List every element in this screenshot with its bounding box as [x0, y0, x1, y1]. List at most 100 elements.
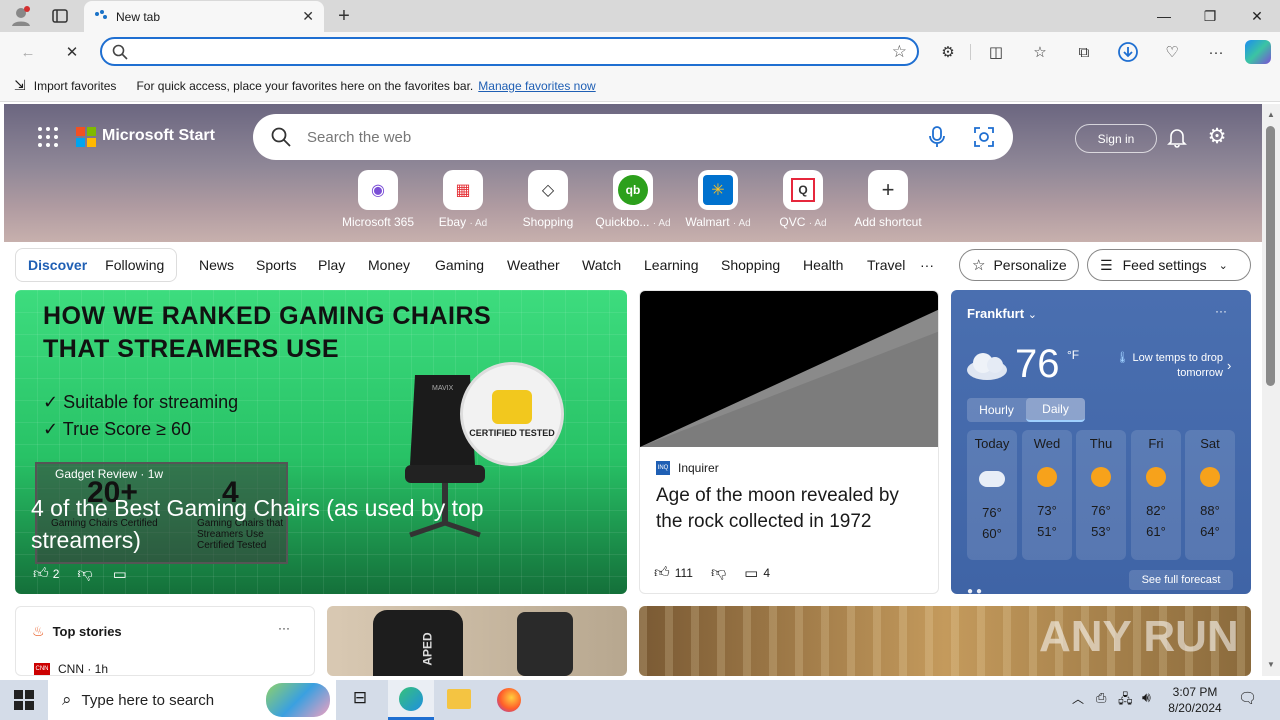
thumbs-down-icon[interactable]: 👎︎ [711, 564, 726, 582]
nav-shopping[interactable]: Shopping [721, 257, 780, 273]
forecast-day-thu[interactable]: Thu 76° 53° [1076, 430, 1126, 560]
top-stories-card[interactable]: ♨ Top stories ··· CNN CNN · 1h [15, 606, 315, 676]
moon-article-card[interactable]: INQ Inquirer Age of the moon revealed by… [639, 290, 939, 594]
nav-play[interactable]: Play [318, 257, 345, 273]
nav-health[interactable]: Health [803, 257, 843, 273]
weather-alert[interactable]: 🌡︎ Low temps to drop tomorrow [1099, 351, 1223, 381]
comment-icon[interactable]: ▭ [113, 565, 127, 583]
shortcut-ebay[interactable]: ▦ Ebay · Ad [418, 170, 508, 229]
shortcut-microsoft-365[interactable]: ◉ Microsoft 365 [333, 170, 423, 229]
copilot-icon[interactable] [1245, 40, 1271, 64]
address-bar[interactable]: ☆ [100, 37, 919, 66]
stop-loading-icon[interactable]: ✕ [60, 41, 84, 63]
add-shortcut-button[interactable]: + Add shortcut [843, 170, 933, 229]
thumbs-up-icon[interactable]: 👍︎ [654, 564, 670, 582]
tab-daily[interactable]: Daily [1026, 398, 1085, 422]
nav-watch[interactable]: Watch [582, 257, 621, 273]
scooter-article-card[interactable]: APED [327, 606, 627, 676]
taskbar-edge-icon[interactable] [388, 680, 434, 720]
performance-icon[interactable]: ♡ [1160, 41, 1184, 63]
top-stories-more-icon[interactable]: ··· [278, 621, 290, 635]
close-tab-icon[interactable]: ✕ [302, 8, 314, 25]
nav-news[interactable]: News [199, 257, 234, 273]
microphone-icon[interactable] [929, 126, 945, 148]
minimize-icon[interactable]: — [1141, 0, 1187, 32]
tab-hourly[interactable]: Hourly [967, 398, 1026, 422]
shortcut-qvc[interactable]: Q QVC · Ad [758, 170, 848, 229]
tab-discover[interactable]: Discover [28, 257, 87, 273]
favorites-icon[interactable]: ☆ [1028, 41, 1052, 63]
notifications-bell-icon[interactable] [1166, 126, 1188, 148]
nav-gaming[interactable]: Gaming [435, 257, 484, 273]
weather-city[interactable]: Frankfurt ⌄ [967, 306, 1037, 321]
shortcut-quickbooks[interactable]: qb Quickbo... · Ad [588, 170, 678, 229]
forecast-day-wed[interactable]: Wed 73° 51° [1022, 430, 1072, 560]
comment-icon[interactable]: ▭ [744, 564, 758, 582]
article-title[interactable]: 4 of the Best Gaming Chairs (as used by … [31, 492, 591, 556]
split-screen-icon[interactable]: ◫ [984, 41, 1008, 63]
palace-article-card[interactable]: ANY RUN [639, 606, 1251, 676]
notification-center-icon[interactable]: 🗨︎ [1238, 689, 1257, 707]
carousel-dots[interactable]: ●● [967, 586, 985, 597]
task-view-icon[interactable]: ⊟ [348, 688, 372, 712]
thermometer-icon: 🌡︎ [1115, 352, 1130, 364]
taskbar-search-box[interactable]: ⌕ Type here to search [48, 680, 336, 720]
day-name: Today [974, 436, 1010, 451]
back-arrow-icon[interactable]: ← [16, 41, 40, 63]
profile-avatar-icon[interactable] [10, 5, 32, 27]
web-search-box[interactable]: Search the web [253, 114, 1013, 160]
chevron-right-icon[interactable]: › [1227, 358, 1231, 373]
forecast-day-sat[interactable]: Sat 88° 64° [1185, 430, 1235, 560]
thumbs-up-icon[interactable]: 👍︎ [33, 565, 49, 583]
shortcut-shopping[interactable]: ◇ Shopping [503, 170, 593, 229]
nav-weather[interactable]: Weather [507, 257, 560, 273]
chevron-up-icon[interactable]: ︿ [1072, 690, 1084, 707]
tab-new-tab[interactable]: New tab ✕ [84, 1, 324, 32]
brand-title[interactable]: Microsoft Start [102, 127, 215, 145]
nav-more-button[interactable]: ··· [920, 257, 934, 273]
tray-device-icon[interactable]: ⎙ [1096, 690, 1106, 706]
collections-icon[interactable]: ⧉ [1072, 41, 1096, 63]
weather-more-icon[interactable]: ··· [1215, 304, 1227, 318]
forecast-day-fri[interactable]: Fri 82° 61° [1131, 430, 1181, 560]
visual-search-icon[interactable] [973, 126, 995, 148]
settings-more-icon[interactable]: ··· [1204, 41, 1228, 63]
address-input[interactable] [138, 44, 892, 59]
nav-money[interactable]: Money [368, 257, 410, 273]
see-full-forecast-button[interactable]: See full forecast [1129, 570, 1233, 590]
scrollbar-thumb[interactable] [1266, 126, 1275, 386]
gaming-chairs-article-card[interactable]: HOW WE RANKED GAMING CHAIRS THAT STREAME… [15, 290, 627, 594]
app-launcher-icon[interactable] [38, 127, 58, 147]
volume-icon[interactable]: 🔊︎ [1142, 689, 1151, 706]
close-window-icon[interactable]: ✕ [1234, 0, 1280, 32]
forecast-day-today[interactable]: Today 76° 60° [967, 430, 1017, 560]
moon-article-title[interactable]: Age of the moon revealed by the rock col… [656, 483, 928, 535]
toolbar-divider [970, 44, 971, 60]
day-low: 51° [1037, 524, 1057, 539]
partly-sunny-icon [1091, 467, 1111, 487]
file-explorer-icon[interactable] [447, 689, 471, 709]
shortcut-walmart[interactable]: ✳ Walmart · Ad [673, 170, 763, 229]
favorite-star-icon[interactable]: ☆ [892, 42, 907, 62]
tab-following[interactable]: Following [105, 257, 164, 273]
extensions-icon[interactable]: ⚙ [936, 41, 960, 63]
import-favorites-button[interactable]: Import favorites [34, 79, 117, 93]
feed-settings-button[interactable]: ☰ Feed settings ⌄ [1087, 249, 1251, 281]
personalize-button[interactable]: ☆ Personalize [959, 249, 1079, 281]
network-icon[interactable]: 🖧︎ [1118, 690, 1133, 712]
downloads-icon[interactable] [1116, 41, 1140, 63]
nav-travel[interactable]: Travel [867, 257, 905, 273]
taskbar-clock[interactable]: 3:07 PM 8/20/2024 [1165, 684, 1225, 716]
new-tab-plus-icon[interactable]: + [332, 4, 356, 28]
tab-actions-icon[interactable] [50, 6, 70, 26]
nav-sports[interactable]: Sports [256, 257, 296, 273]
manage-favorites-link[interactable]: Manage favorites now [478, 79, 595, 93]
restore-icon[interactable]: ❐ [1187, 0, 1233, 32]
page-settings-gear-icon[interactable]: ⚙ [1206, 126, 1228, 148]
page-scrollbar[interactable]: ▲ ▼ [1262, 104, 1280, 676]
sign-in-button[interactable]: Sign in [1075, 124, 1157, 153]
windows-start-icon[interactable] [14, 690, 34, 710]
nav-learning[interactable]: Learning [644, 257, 699, 273]
thumbs-down-icon[interactable]: 👎︎ [77, 565, 92, 583]
firefox-icon[interactable] [497, 688, 521, 712]
